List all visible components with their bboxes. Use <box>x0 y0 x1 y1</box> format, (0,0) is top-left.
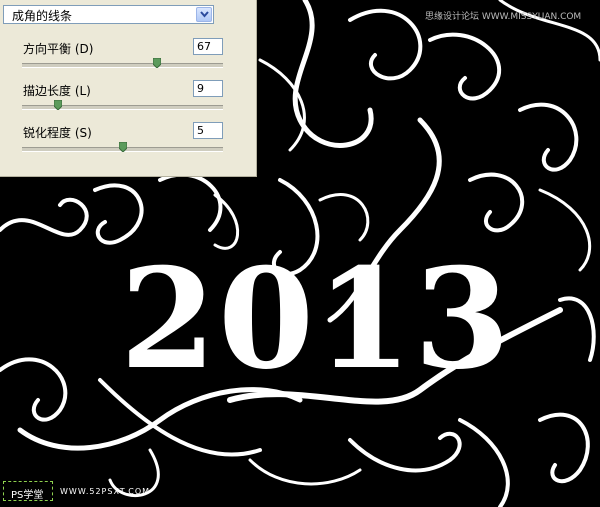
swirl-stroke <box>538 412 590 484</box>
swirl-stroke <box>558 296 596 362</box>
sharpness-label: 锐化程度 (S) <box>23 126 92 140</box>
direction-balance-slider[interactable] <box>22 63 223 68</box>
chevron-down-icon[interactable] <box>196 7 212 22</box>
slider-thumb-icon[interactable] <box>118 142 127 152</box>
swirl-stroke <box>348 431 462 473</box>
swirl-stroke <box>318 193 370 242</box>
swirl-stroke <box>458 418 510 507</box>
slider-thumb-icon[interactable] <box>152 58 161 68</box>
watermark-left: PS学堂 WWW.52PSXT.COM <box>3 481 149 503</box>
swirl-stroke <box>158 172 223 232</box>
swirl-stroke <box>538 188 592 272</box>
filter-select-value: 成角的线条 <box>12 9 73 23</box>
stroke-length-input[interactable]: 9 <box>193 80 223 97</box>
direction-balance-label: 方向平衡 (D) <box>23 42 94 56</box>
swirl-stroke <box>0 357 68 422</box>
swirl-stroke <box>93 183 144 245</box>
swirl-stroke <box>0 197 89 237</box>
stroke-length-label: 描边长度 (L) <box>23 84 91 98</box>
watermark-site: WWW.52PSXT.COM <box>60 487 151 496</box>
filter-select[interactable]: 成角的线条 <box>3 5 214 24</box>
sharpness-input[interactable]: 5 <box>193 122 223 139</box>
swirl-stroke <box>428 32 502 101</box>
swirl-stroke <box>248 458 362 486</box>
swirl-stroke <box>348 8 423 81</box>
direction-balance-input[interactable]: 67 <box>193 38 223 55</box>
swirl-stroke <box>468 172 525 233</box>
year-text: 2013 <box>120 237 513 400</box>
watermark-logo-frame: PS学堂 <box>3 481 53 501</box>
swirl-stroke <box>292 0 374 148</box>
slider-thumb-icon[interactable] <box>54 100 63 110</box>
stroke-length-slider[interactable] <box>22 105 223 110</box>
angled-strokes-filter-panel: 成角的线条 方向平衡 (D) 67 描边长度 (L) 9 锐化程度 (S) 5 <box>0 0 257 177</box>
watermark-logo: PS学堂 <box>11 490 44 501</box>
watermark-right: 思缘设计论坛 WWW.MISSYUAN.COM <box>425 12 582 22</box>
swirl-stroke <box>518 102 579 172</box>
